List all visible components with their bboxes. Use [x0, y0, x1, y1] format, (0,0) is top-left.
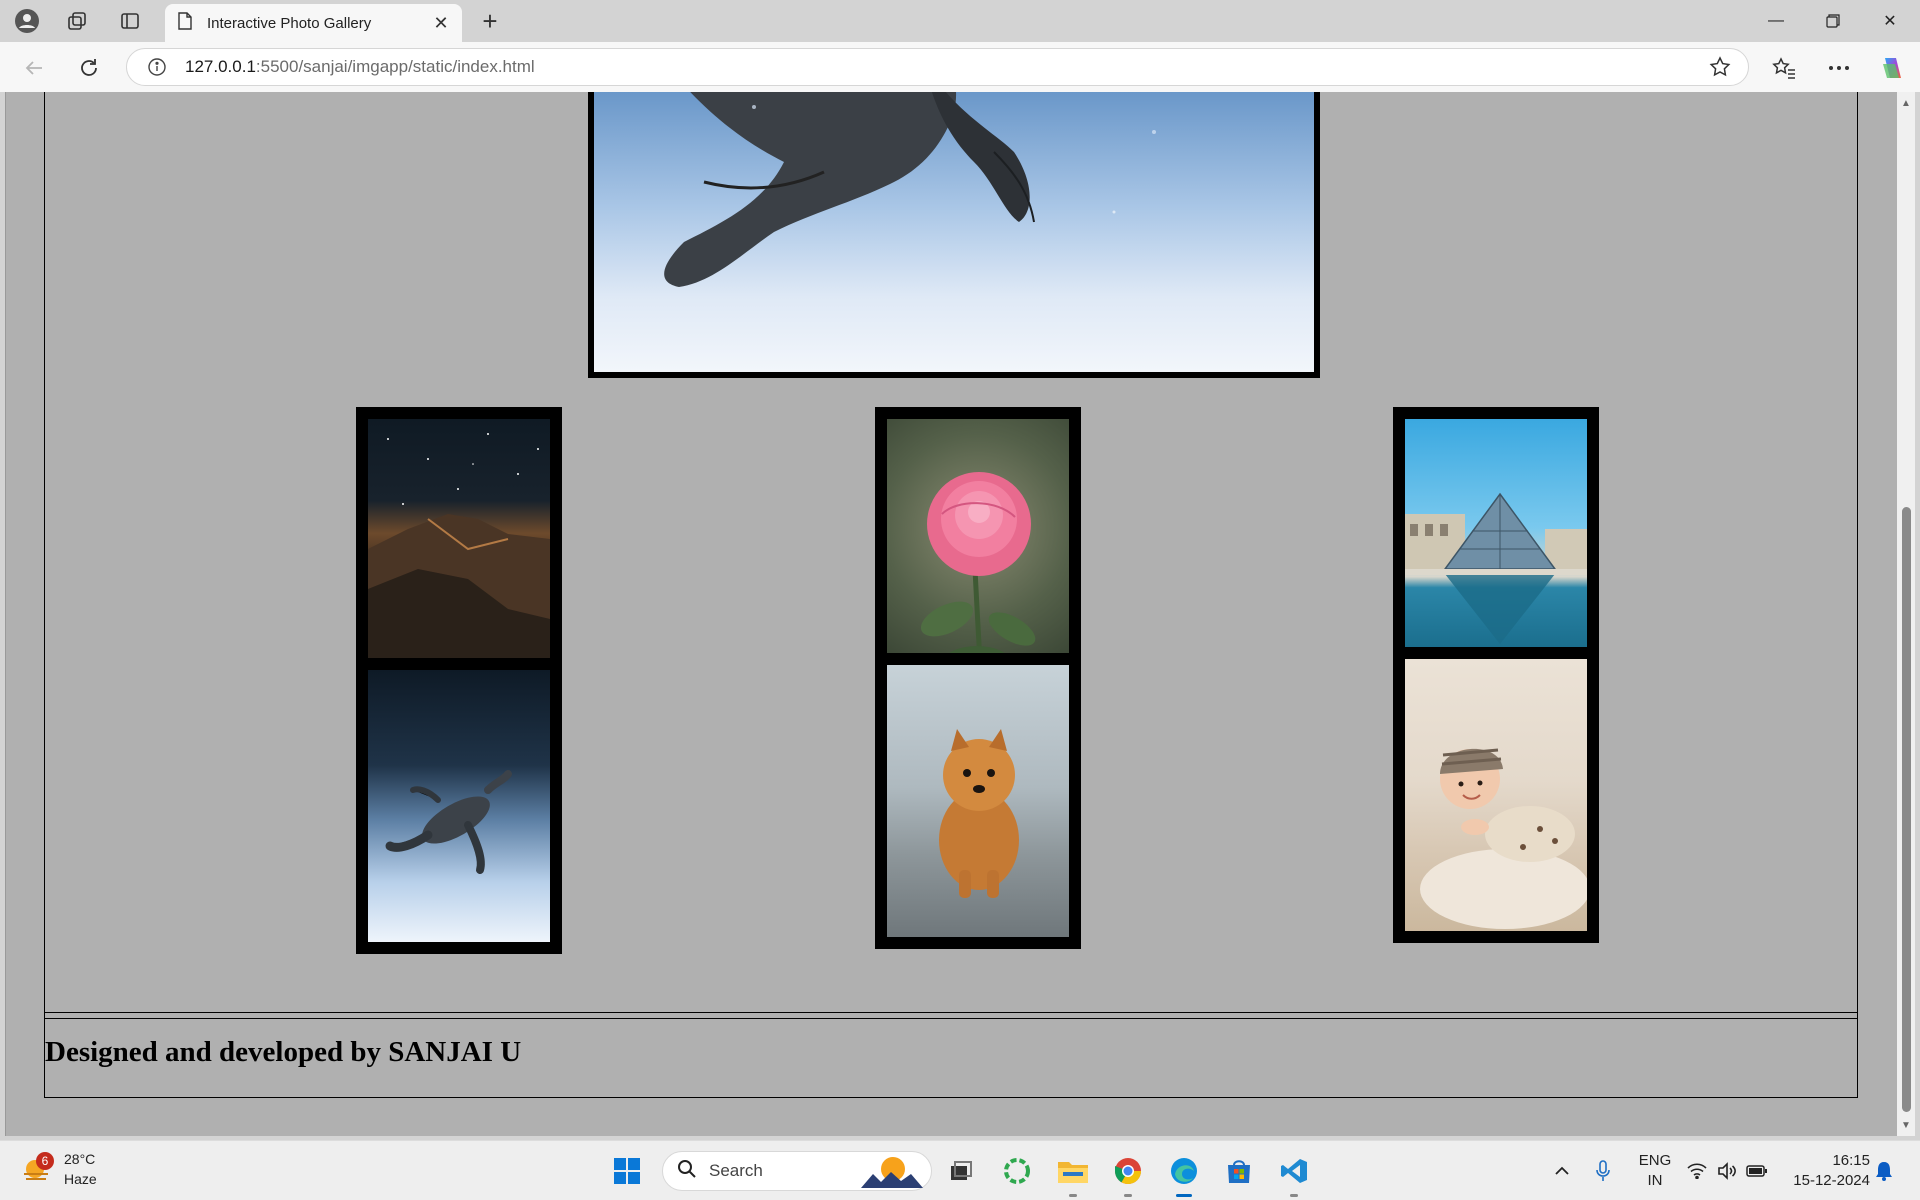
chrome-icon[interactable] [1108, 1151, 1148, 1197]
battery-icon[interactable] [1745, 1151, 1769, 1191]
footer-credit: Designed and developed by SANJAI U [45, 1036, 522, 1068]
refresh-icon[interactable] [72, 51, 106, 85]
scroll-down-arrow-icon[interactable]: ▼ [1897, 1116, 1915, 1134]
more-options-icon[interactable] [1822, 51, 1856, 85]
main-preview-image [594, 92, 1314, 372]
profile-icon[interactable] [12, 6, 42, 36]
gallery-container [44, 92, 1858, 1019]
wifi-icon[interactable] [1685, 1151, 1709, 1191]
thumbnail-baby[interactable] [1393, 647, 1599, 943]
browser-tab-bar: Interactive Photo Gallery ✕ + — ✕ [0, 0, 1920, 42]
page-viewport: Designed and developed by SANJAI U [5, 92, 1897, 1136]
windows-start-icon[interactable] [607, 1151, 647, 1191]
mountain-photo [368, 419, 550, 691]
page-icon [177, 11, 193, 35]
workspaces-icon[interactable] [62, 6, 92, 36]
windows-taskbar: 6 28°C Haze Search ENG IN 16:15 15-12-20… [0, 1140, 1920, 1200]
favorite-star-icon[interactable] [1700, 56, 1740, 78]
thumbnail-turtle[interactable] [356, 658, 562, 954]
task-view-icon[interactable] [941, 1151, 981, 1191]
url-text: 127.0.0.1:5500/sanjai/imgapp/static/inde… [185, 57, 1700, 77]
favorites-icon[interactable] [1767, 51, 1801, 85]
show-hidden-icons-chevron-icon[interactable] [1550, 1151, 1574, 1191]
tab-active[interactable]: Interactive Photo Gallery ✕ [165, 4, 462, 42]
close-window-icon[interactable]: ✕ [1862, 0, 1918, 42]
clock-time: 16:15 [1832, 1152, 1870, 1169]
browser-toolbar: 127.0.0.1:5500/sanjai/imgapp/static/inde… [0, 42, 1920, 92]
lang-line1: ENG [1638, 1152, 1672, 1169]
active-indicator [1176, 1194, 1192, 1197]
app-loader-icon[interactable] [997, 1151, 1037, 1191]
running-indicator [1124, 1194, 1132, 1197]
site-info-icon[interactable] [137, 57, 177, 77]
new-tab-icon[interactable]: + [475, 6, 505, 36]
search-highlight-icon [861, 1154, 923, 1193]
weather-alert-badge: 6 [36, 1152, 54, 1170]
taskbar-search[interactable]: Search [662, 1151, 932, 1191]
haze-sun-icon: 6 [22, 1152, 54, 1184]
running-indicator [1069, 1194, 1077, 1197]
microphone-icon[interactable] [1591, 1151, 1615, 1191]
input-language[interactable]: ENG IN [1635, 1151, 1675, 1191]
puppy-photo [887, 665, 1069, 937]
vertical-tabs-icon[interactable] [115, 6, 145, 36]
rose-photo [887, 419, 1069, 691]
weather-desc: Haze [64, 1171, 97, 1187]
copilot-icon[interactable] [1876, 51, 1910, 85]
volume-icon[interactable] [1715, 1151, 1739, 1191]
microsoft-store-icon[interactable] [1219, 1151, 1259, 1191]
weather-widget[interactable]: 6 28°C Haze [22, 1149, 97, 1189]
page-footer: Designed and developed by SANJAI U [44, 1012, 1858, 1098]
system-clock[interactable]: 16:15 15-12-2024 [1785, 1151, 1870, 1191]
scroll-up-arrow-icon[interactable]: ▲ [1897, 94, 1915, 112]
close-tab-icon[interactable]: ✕ [430, 13, 452, 34]
main-preview-frame[interactable] [588, 92, 1320, 378]
minimize-icon[interactable]: — [1748, 0, 1804, 42]
restore-icon[interactable] [1805, 0, 1861, 42]
thumbnail-puppy[interactable] [875, 653, 1081, 949]
search-label: Search [709, 1161, 763, 1180]
search-icon [677, 1159, 697, 1184]
back-arrow-icon[interactable] [17, 51, 51, 85]
notification-bell-icon[interactable] [1872, 1151, 1896, 1191]
turtle-photo [368, 670, 550, 942]
weather-text: 28°C Haze [64, 1149, 97, 1189]
scrollbar-thumb[interactable] [1902, 507, 1911, 1112]
tab-title: Interactive Photo Gallery [207, 14, 372, 32]
running-indicator [1290, 1194, 1298, 1197]
file-explorer-icon[interactable] [1053, 1151, 1093, 1197]
clock-date: 15-12-2024 [1793, 1172, 1870, 1189]
weather-temp: 28°C [64, 1151, 96, 1167]
address-bar[interactable]: 127.0.0.1:5500/sanjai/imgapp/static/inde… [126, 48, 1749, 86]
baby-photo [1405, 659, 1587, 931]
page-scrollbar[interactable]: ▲ ▼ [1897, 92, 1915, 1136]
vscode-icon[interactable] [1274, 1151, 1314, 1197]
url-host: 127.0.0.1 [185, 57, 256, 76]
lang-line2: IN [1647, 1172, 1663, 1189]
url-path: :5500/sanjai/imgapp/static/index.html [255, 57, 535, 76]
edge-browser-icon[interactable] [1164, 1151, 1204, 1197]
